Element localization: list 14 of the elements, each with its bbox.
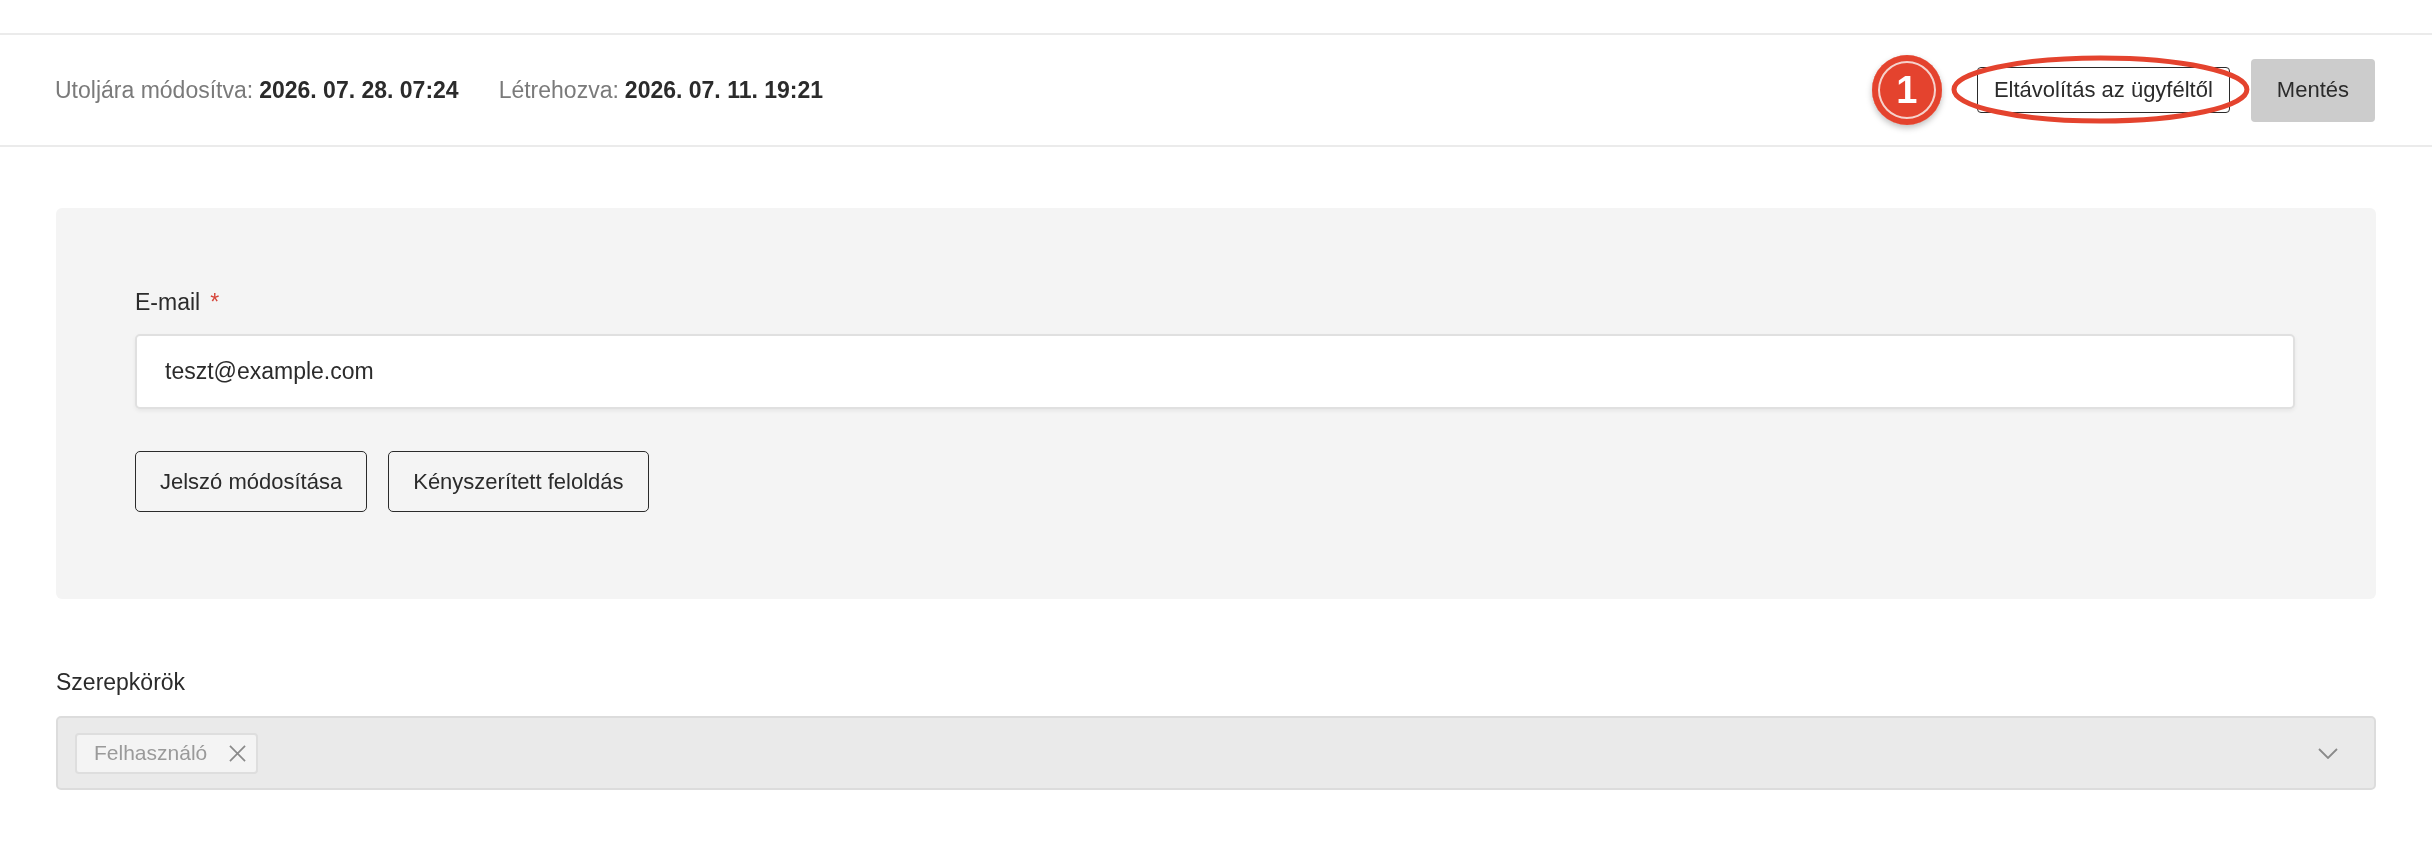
required-asterisk: *	[210, 288, 220, 316]
annotation-number: 1	[1871, 55, 1942, 125]
roles-label: Szerepkörök	[56, 668, 187, 696]
meta-label: Létrehozva:	[498, 76, 619, 104]
panel-button[interactable]: Jelszó módosítása	[135, 451, 368, 512]
meta-label: Utoljára módosítva:	[55, 76, 254, 104]
action-button[interactable]: Eltávolítás az ügyféltől	[1976, 67, 2230, 113]
email-input[interactable]: teszt@example.com	[135, 334, 2295, 409]
action-button[interactable]: Mentés	[2250, 58, 2375, 122]
email-label: E-mail	[135, 288, 201, 316]
meta-value: 2026. 07. 11. 19:21	[624, 76, 824, 104]
panel-button[interactable]: Kényszerített feloldás	[388, 451, 649, 512]
role-tag-label: Felhasználó	[94, 741, 208, 765]
meta-value: 2026. 07. 28. 07:24	[259, 76, 459, 104]
